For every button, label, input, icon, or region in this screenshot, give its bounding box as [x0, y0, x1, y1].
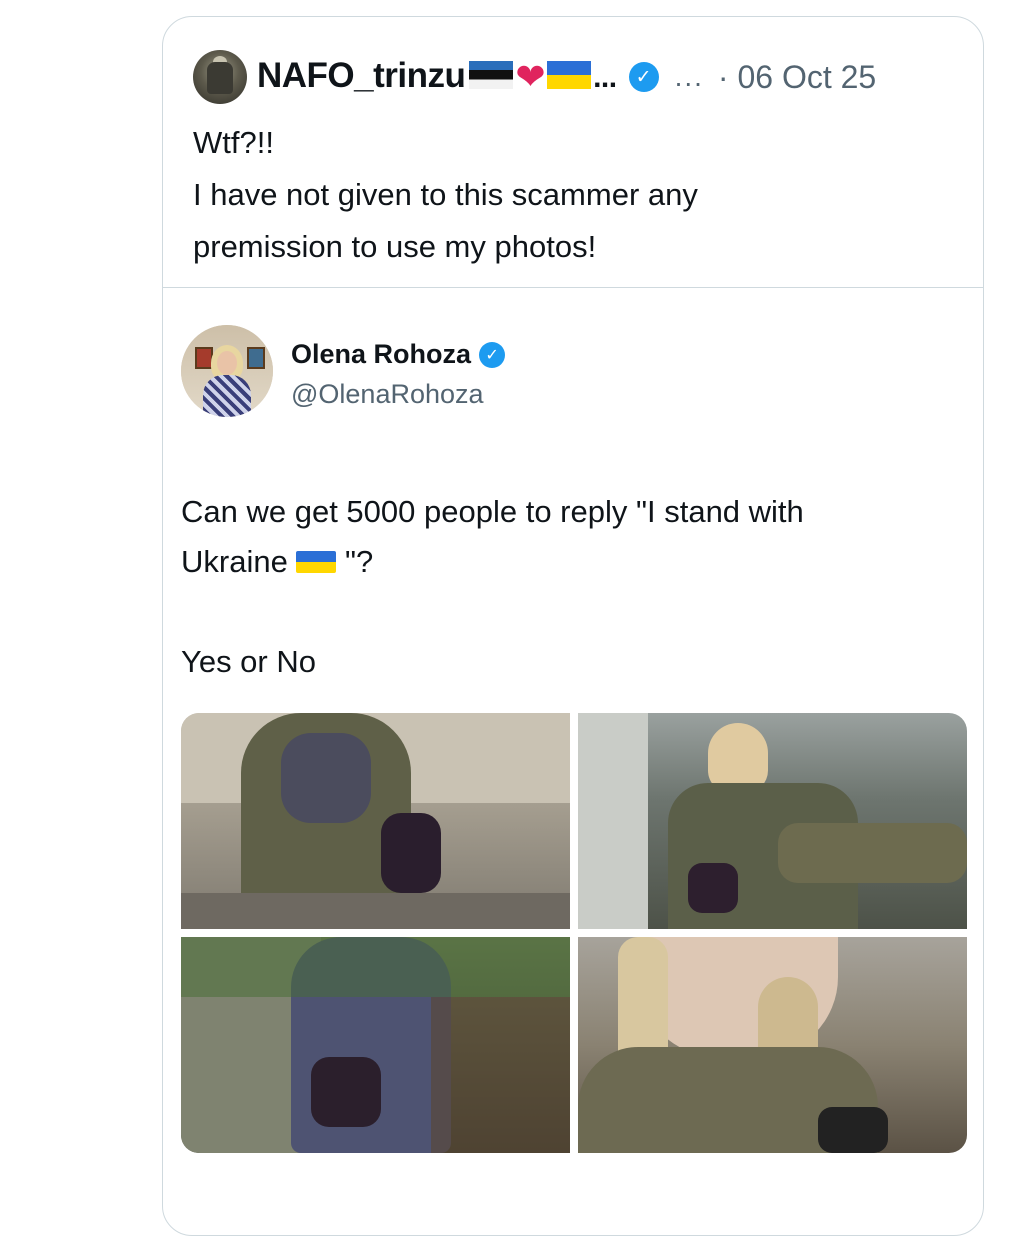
heart-icon: ❤ — [515, 56, 546, 97]
divider — [163, 287, 983, 288]
quote-tweet-card[interactable]: NAFO_trinzu ❤... ✓ ... · 06 Oct 25 Wtf?!!… — [162, 16, 984, 1236]
ukraine-flag-icon — [547, 61, 592, 89]
verified-badge-icon: ✓ — [479, 341, 506, 368]
tweet-text: Wtf?!! I have not given to this scammer … — [193, 117, 698, 273]
tweet-line: Wtf?!! — [193, 125, 274, 160]
tweet-date[interactable]: · 06 Oct 25 — [718, 59, 876, 96]
author-name[interactable]: NAFO_trinzu ❤... — [257, 56, 617, 98]
photo-soldier-crouching-foliage[interactable] — [181, 937, 570, 1153]
more-options[interactable]: ... — [675, 61, 704, 93]
quoted-author-name[interactable]: Olena Rohoza ✓ — [291, 339, 506, 370]
ukraine-flag-icon — [296, 551, 337, 573]
olena-avatar[interactable] — [181, 325, 273, 417]
nafo-avatar[interactable] — [193, 50, 247, 104]
quoted-handle[interactable]: @OlenaRohoza — [291, 379, 484, 410]
tweet-line: Ukraine "? — [181, 544, 374, 579]
photo-grid — [181, 713, 967, 1153]
photo-soldier-in-car[interactable] — [578, 713, 967, 929]
tweet-line: premission to use my photos! — [193, 229, 597, 264]
photo-soldier-closeup-braids[interactable] — [578, 937, 967, 1153]
estonia-flag-icon — [469, 61, 514, 89]
tweet-line: Yes or No — [181, 644, 316, 679]
verified-badge-icon: ✓ — [628, 62, 659, 92]
tweet-line: Can we get 5000 people to reply "I stand… — [181, 494, 804, 529]
tweet-header: NAFO_trinzu ❤... ✓ ... · 06 Oct 25 — [193, 49, 876, 105]
quoted-tweet-text: Can we get 5000 people to reply "I stand… — [181, 487, 941, 687]
tweet-line: I have not given to this scammer any — [193, 177, 698, 212]
photo-soldier-sitting-ruins[interactable] — [181, 713, 570, 929]
